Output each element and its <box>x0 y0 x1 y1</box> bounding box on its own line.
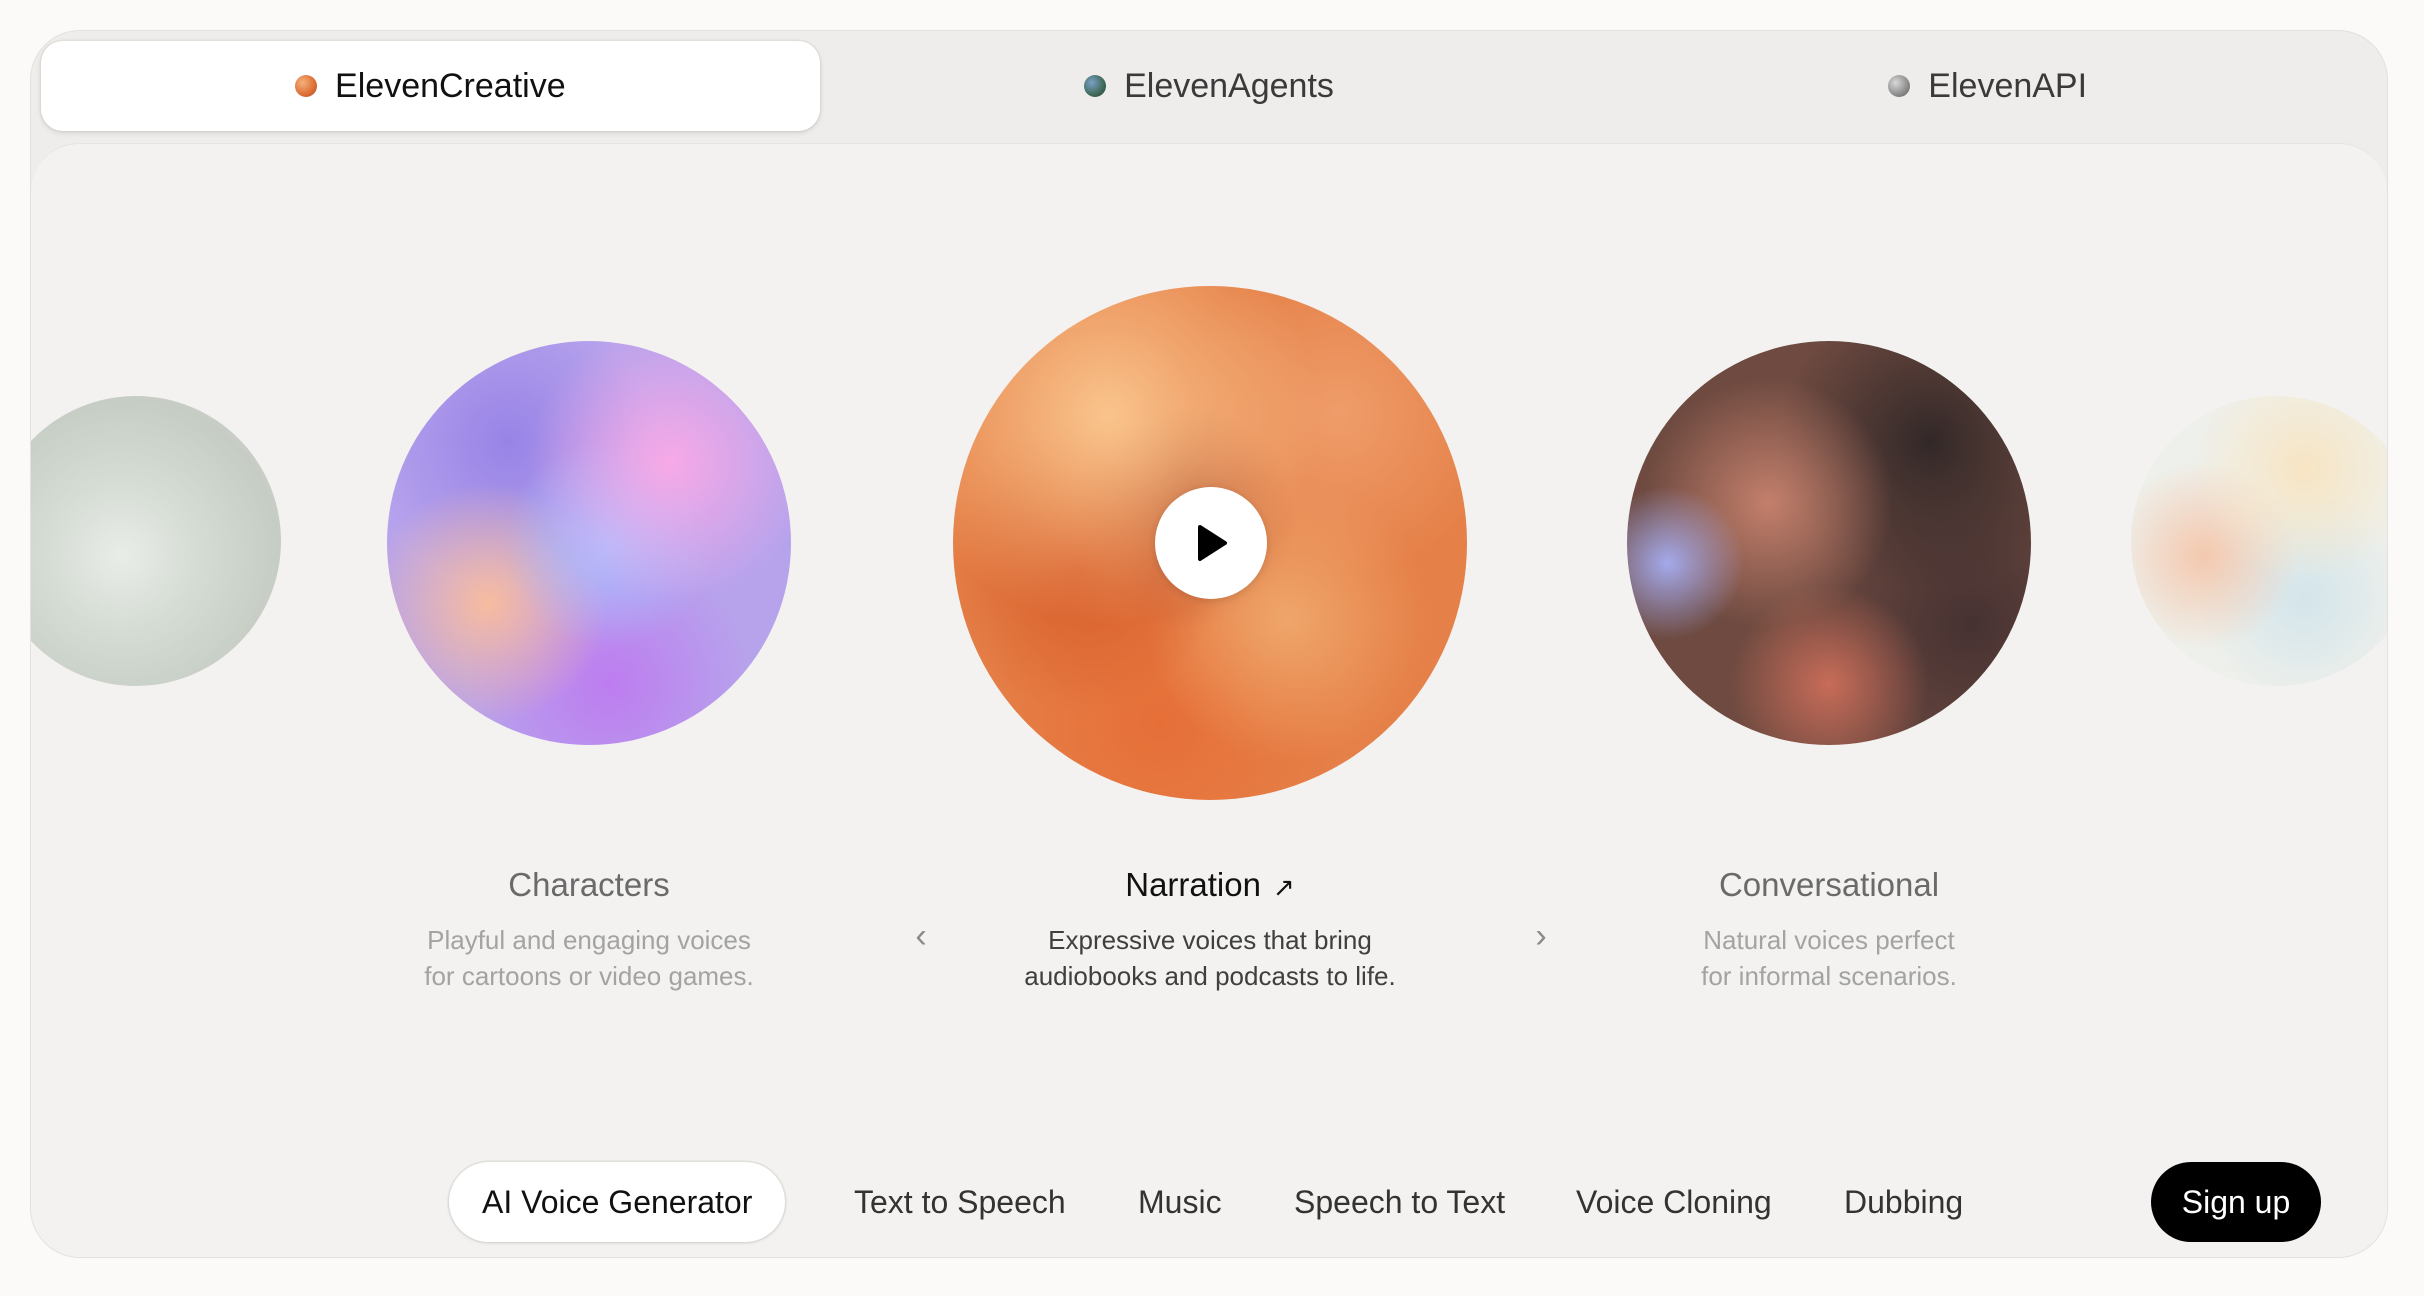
description-line: for cartoons or video games. <box>424 961 754 991</box>
tab-label: ElevenAPI <box>1928 66 2088 105</box>
partial-orb-right[interactable] <box>2131 396 2387 686</box>
chevron-right-icon[interactable]: › <box>1521 916 1561 956</box>
external-link-icon[interactable]: ↗ <box>1273 872 1295 902</box>
nav-voice-cloning[interactable]: Voice Cloning <box>1543 1162 1805 1242</box>
tab-elevenagents[interactable]: ElevenAgents <box>820 41 1599 131</box>
product-showcase-card: ElevenCreative ElevenAgents ElevenAPI Ch… <box>30 30 2388 1258</box>
caption-title-text: Narration <box>1125 866 1261 903</box>
description-line: audiobooks and podcasts to life. <box>1024 961 1396 991</box>
sign-up-button[interactable]: Sign up <box>2151 1162 2321 1242</box>
product-nav: AI Voice Generator Text to Speech Music … <box>31 1162 2387 1242</box>
tab-elevenapi[interactable]: ElevenAPI <box>1598 41 2377 131</box>
tab-label: ElevenAgents <box>1124 66 1334 105</box>
play-icon <box>1198 525 1227 561</box>
green-orb-icon <box>1084 75 1107 97</box>
nav-text-to-speech[interactable]: Text to Speech <box>821 1162 1099 1242</box>
narration-caption[interactable]: Narration ↗ Expressive voices that bring … <box>950 866 1470 994</box>
partial-orb-left[interactable] <box>31 396 281 686</box>
nav-music[interactable]: Music <box>1105 1162 1255 1242</box>
description-line: Expressive voices that bring <box>1048 925 1372 955</box>
tab-elevencreative[interactable]: ElevenCreative <box>41 41 820 131</box>
characters-caption[interactable]: Characters Playful and engaging voices f… <box>329 866 849 994</box>
caption-title: Narration ↗ <box>950 866 1470 904</box>
caption-title: Characters <box>508 866 670 903</box>
orange-orb-icon <box>295 75 318 97</box>
conversational-orb[interactable] <box>1627 341 2031 745</box>
description-line: Playful and engaging voices <box>427 925 751 955</box>
play-button[interactable] <box>1155 487 1267 599</box>
caption-description: Natural voices perfect for informal scen… <box>1569 922 2089 994</box>
conversational-caption[interactable]: Conversational Natural voices perfect fo… <box>1569 866 2089 994</box>
description-line: for informal scenarios. <box>1701 961 1957 991</box>
product-family-tabs: ElevenCreative ElevenAgents ElevenAPI <box>41 41 2377 131</box>
gray-orb-icon <box>1888 75 1911 97</box>
nav-ai-voice-generator[interactable]: AI Voice Generator <box>449 1162 786 1242</box>
voice-carousel-panel: Characters Playful and engaging voices f… <box>31 143 2387 1257</box>
description-line: Natural voices perfect <box>1703 925 1955 955</box>
caption-description: Playful and engaging voices for cartoons… <box>329 922 849 994</box>
nav-dubbing[interactable]: Dubbing <box>1811 1162 1996 1242</box>
characters-orb[interactable] <box>387 341 791 745</box>
caption-description: Expressive voices that bring audiobooks … <box>950 922 1470 994</box>
tab-label: ElevenCreative <box>335 66 566 105</box>
caption-title: Conversational <box>1718 866 1940 903</box>
nav-speech-to-text[interactable]: Speech to Text <box>1261 1162 1538 1242</box>
chevron-left-icon[interactable]: ‹ <box>901 916 941 956</box>
